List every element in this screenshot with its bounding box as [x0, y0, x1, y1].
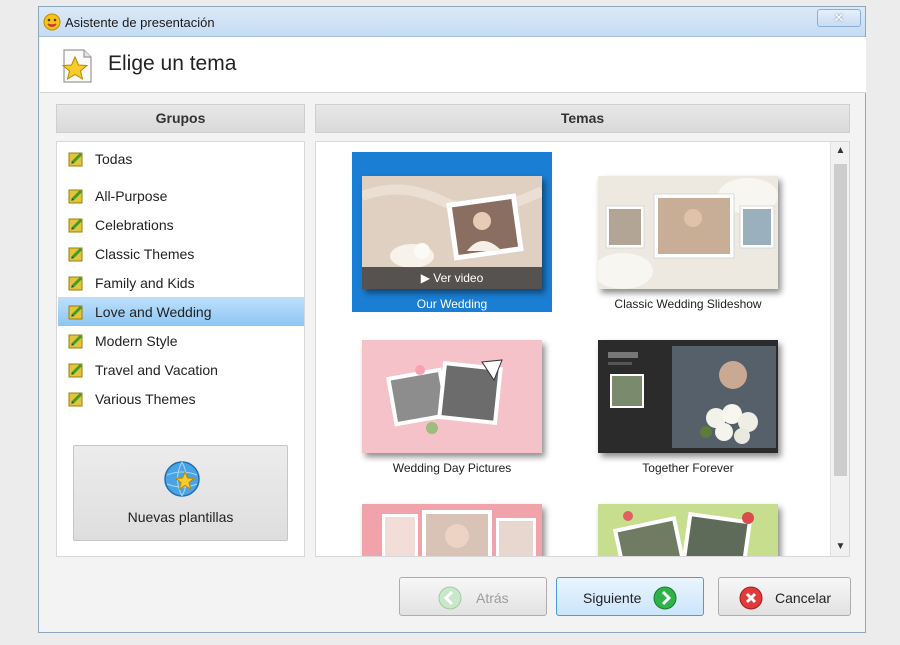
group-item-love-and-wedding[interactable]: Love and Wedding: [58, 297, 304, 326]
thumbnail-art: [362, 340, 542, 453]
theme-card-together-forever[interactable]: Together Forever: [588, 316, 788, 476]
page-title: Elige un tema: [108, 52, 237, 75]
theme-card-6[interactable]: [588, 480, 788, 556]
theme-label: Together Forever: [642, 461, 734, 475]
pencil-note-icon: [68, 247, 83, 262]
theme-card-wedding-day-pictures[interactable]: Wedding Day Pictures: [352, 316, 552, 476]
theme-label: Wedding Day Pictures: [392, 461, 512, 475]
theme-thumbnail: [598, 504, 778, 556]
theme-card-5[interactable]: [352, 480, 552, 556]
wizard-header: Elige un tema: [40, 37, 866, 93]
pencil-note-icon: [68, 363, 83, 378]
next-label: Siguiente: [583, 590, 642, 606]
group-item-various-themes[interactable]: Various Themes: [58, 384, 304, 413]
thumbnail-art: [598, 504, 778, 556]
cancel-button[interactable]: Cancelar: [718, 577, 851, 616]
theme-thumbnail: [362, 504, 542, 556]
theme-thumbnail: ▶ Ver video: [362, 176, 542, 289]
pencil-note-icon: [68, 218, 83, 233]
groups-list: Todas All-Purpose Celebrations Classic T…: [56, 141, 305, 557]
group-item-celebrations[interactable]: Celebrations: [58, 210, 304, 239]
group-item-todas[interactable]: Todas: [58, 144, 304, 173]
new-templates-label: Nuevas plantillas: [127, 509, 234, 525]
theme-thumbnail: [598, 176, 778, 289]
thumbnail-art: [362, 504, 542, 556]
presentation-wizard-window: Asistente de presentación ✕ Elige un tem…: [38, 6, 866, 633]
themes-header: Temas: [315, 104, 850, 133]
group-item-all-purpose[interactable]: All-Purpose: [58, 181, 304, 210]
back-label: Atrás: [476, 590, 509, 606]
globe-star-icon: [164, 461, 200, 497]
group-label: Classic Themes: [95, 246, 195, 262]
arrow-left-circle-icon: [438, 586, 462, 610]
group-label: Modern Style: [95, 333, 178, 349]
pencil-note-icon: [68, 392, 83, 407]
group-label: All-Purpose: [95, 188, 168, 204]
group-label: Various Themes: [95, 391, 196, 407]
group-item-classic-themes[interactable]: Classic Themes: [58, 239, 304, 268]
cancel-label: Cancelar: [775, 590, 832, 606]
theme-label: Classic Wedding Slideshow: [614, 297, 762, 311]
theme-card-our-wedding[interactable]: ▶ Ver video Our Wedding: [352, 152, 552, 312]
pencil-note-icon: [68, 189, 83, 204]
group-label: Celebrations: [95, 217, 174, 233]
star-document-icon: [61, 49, 92, 83]
next-button[interactable]: Siguiente: [556, 577, 704, 616]
theme-label: Our Wedding: [416, 297, 488, 311]
play-video-bar[interactable]: ▶ Ver video: [362, 267, 542, 289]
themes-grid: ▶ Ver video Our Wedding Classic Wedding …: [315, 141, 850, 557]
group-label: Love and Wedding: [95, 304, 212, 320]
close-button[interactable]: ✕: [817, 9, 861, 27]
scroll-up-icon[interactable]: ▲: [831, 142, 849, 160]
thumbnail-art: [598, 176, 778, 289]
smiley-icon: [43, 13, 61, 31]
group-item-family-and-kids[interactable]: Family and Kids: [58, 268, 304, 297]
new-templates-button[interactable]: Nuevas plantillas: [73, 445, 288, 541]
x-circle-icon: [739, 586, 763, 610]
arrow-right-circle-icon: [653, 586, 677, 610]
groups-header: Grupos: [56, 104, 305, 133]
pencil-note-icon: [68, 305, 83, 320]
group-label: Family and Kids: [95, 275, 195, 291]
thumbnail-art: [598, 340, 778, 453]
back-button[interactable]: Atrás: [399, 577, 547, 616]
group-label: Todas: [95, 151, 133, 167]
group-item-travel-and-vacation[interactable]: Travel and Vacation: [58, 355, 304, 384]
scroll-down-icon[interactable]: ▼: [831, 538, 849, 556]
group-item-modern-style[interactable]: Modern Style: [58, 326, 304, 355]
scrollbar-thumb[interactable]: [834, 164, 847, 476]
pencil-note-icon: [68, 276, 83, 291]
theme-thumbnail: [362, 340, 542, 453]
theme-thumbnail: [598, 340, 778, 453]
pencil-note-icon: [68, 334, 83, 349]
theme-card-classic-wedding-slideshow[interactable]: Classic Wedding Slideshow: [588, 152, 788, 312]
title-bar: Asistente de presentación ✕: [39, 7, 865, 37]
themes-scrollbar[interactable]: ▲ ▼: [830, 142, 849, 556]
group-label: Travel and Vacation: [95, 362, 218, 378]
pencil-note-icon: [68, 152, 83, 167]
window-title: Asistente de presentación: [65, 15, 215, 30]
